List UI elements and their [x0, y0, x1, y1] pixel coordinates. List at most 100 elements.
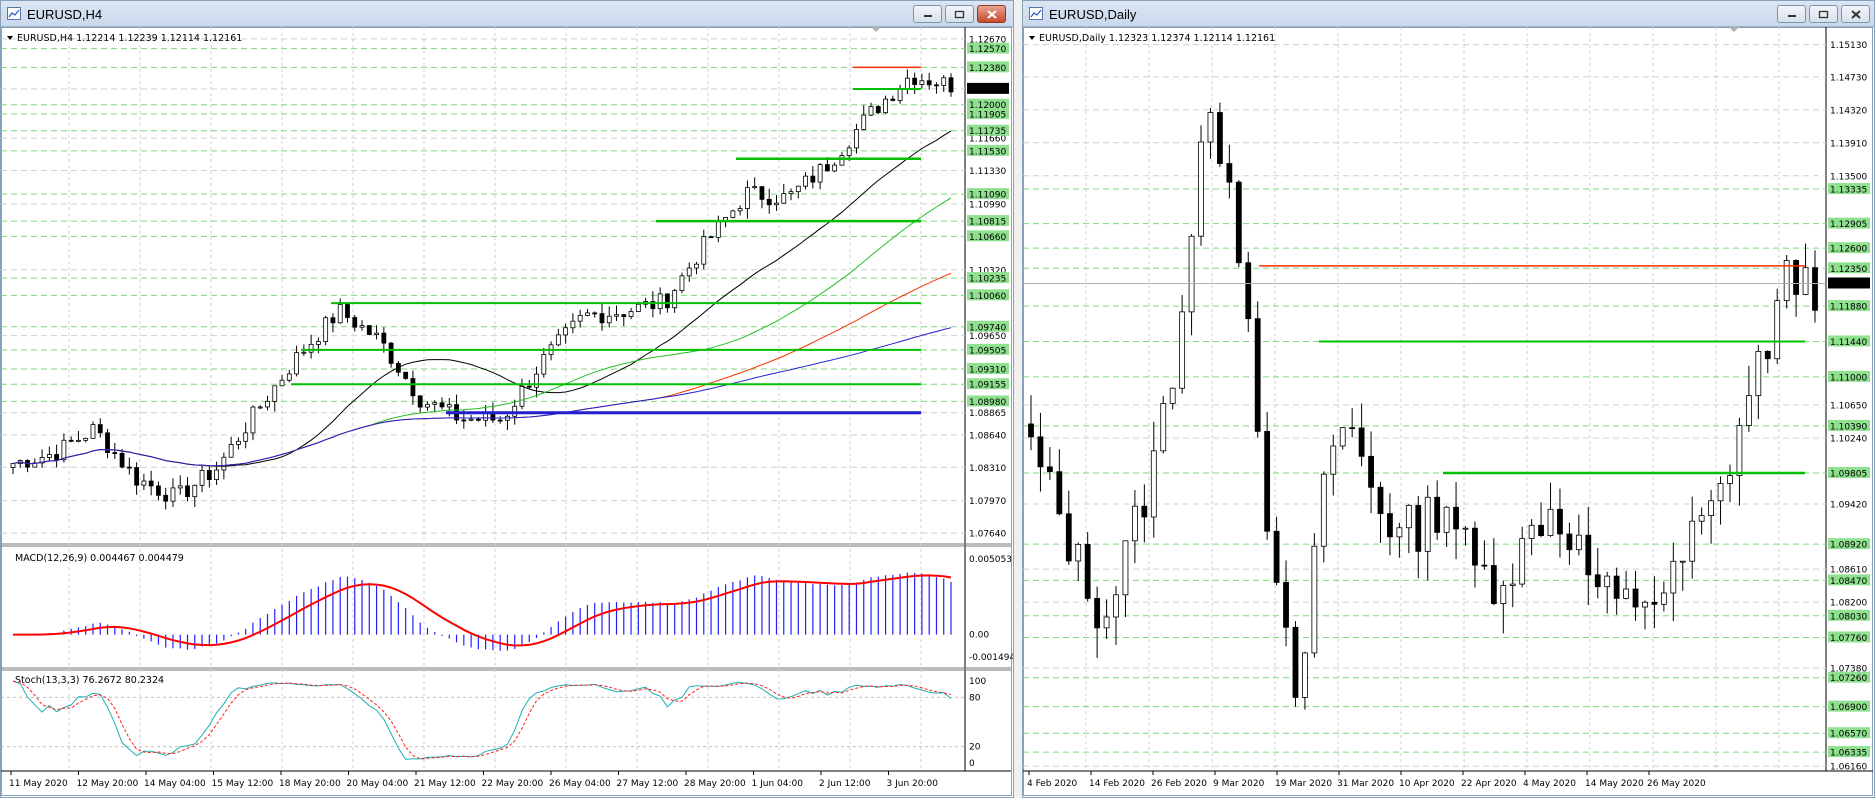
price-level-tag: 1.10660: [969, 233, 1006, 243]
bull-candle: [46, 454, 52, 458]
bear-candle: [1632, 588, 1639, 608]
bull-candle: [1670, 560, 1677, 594]
price-axis-label: 1.14730: [1830, 73, 1867, 83]
bull-candle: [1679, 560, 1686, 563]
price-axis-label: 1.09650: [969, 332, 1006, 342]
bull-candle: [1113, 594, 1119, 618]
bull-candle: [359, 325, 365, 328]
price-axis-label: 1.08610: [1830, 566, 1867, 576]
close-button[interactable]: [1841, 5, 1870, 23]
macd-axis-label: 0.005053: [969, 555, 1012, 565]
bear-candle: [1065, 513, 1072, 562]
bear-candle: [97, 424, 103, 434]
price-level-tag: 1.12570: [969, 45, 1006, 55]
price-axis-label: 1.11330: [969, 167, 1006, 177]
bear-candle: [1292, 626, 1299, 698]
bear-candle: [345, 304, 350, 318]
close-icon: [986, 9, 997, 19]
bull-candle: [774, 202, 779, 206]
price-level-tag: 1.09155: [969, 381, 1006, 391]
current-price-tag: 1.12161: [969, 85, 1006, 95]
close-icon: [1850, 9, 1861, 19]
bull-candle: [1169, 387, 1176, 404]
bear-candle: [1358, 427, 1365, 457]
bull-candle: [1736, 425, 1743, 476]
daily-chart-window[interactable]: EURUSD,Daily 1.15130 1.14730 1.14320 1.1391…: [1022, 0, 1875, 798]
bull-candle: [214, 469, 219, 481]
close-button[interactable]: [977, 5, 1006, 23]
maximize-button[interactable]: [945, 5, 974, 23]
price-level-tag: 1.13335: [1830, 186, 1867, 196]
h4-chart-area[interactable]: 1.126701.125701.123801.120001.119051.116…: [1, 27, 1013, 797]
bear-candle: [1481, 564, 1488, 567]
price-level-tag: 1.07760: [1830, 634, 1867, 644]
price-level-tag: 1.06900: [1830, 703, 1867, 713]
restore-icon: [954, 10, 965, 18]
time-axis-label: 15 May 12:00: [212, 779, 274, 789]
bear-candle: [366, 325, 372, 336]
bull-candle: [1311, 545, 1318, 654]
bull-candle: [897, 88, 903, 101]
price-level-tag: 1.12905: [1830, 220, 1867, 230]
time-axis-label: 28 May 20:00: [684, 779, 746, 789]
time-axis-label: 26 May 04:00: [549, 779, 611, 789]
bear-candle: [1415, 504, 1422, 552]
bear-candle: [708, 236, 714, 239]
bear-candle: [330, 317, 336, 324]
bull-candle: [1207, 112, 1214, 143]
bear-candle: [388, 342, 394, 364]
bull-candle: [1528, 524, 1535, 539]
minimize-button[interactable]: [1777, 5, 1806, 23]
time-axis-label: 14 Feb 2020: [1089, 779, 1145, 789]
price-axis-label: 1.07640: [969, 530, 1006, 540]
bear-candle: [1273, 530, 1280, 583]
price-axis-label: 1.13500: [1830, 172, 1867, 182]
bear-candle: [1094, 597, 1101, 629]
price-level-tag: 1.11905: [969, 111, 1006, 121]
bull-candle: [679, 275, 685, 292]
bull-candle: [250, 406, 256, 434]
maximize-button[interactable]: [1809, 5, 1838, 23]
price-level-tag: 1.08980: [969, 398, 1006, 408]
h4-chart-window[interactable]: EURUSD,H4 1.12670 1.12570 1.12380 1.12000 1.…: [0, 0, 1014, 798]
bear-candle: [1434, 496, 1441, 533]
bull-candle: [1745, 395, 1752, 426]
bear-candle: [126, 466, 132, 469]
bear-candle: [592, 312, 598, 315]
daily-titlebar[interactable]: EURUSD,Daily: [1023, 1, 1874, 27]
bull-candle: [1660, 592, 1667, 605]
bear-candle: [461, 419, 467, 422]
time-axis-label: 14 May 2020: [1585, 779, 1644, 789]
bull-candle: [1802, 267, 1809, 295]
bull-candle: [701, 236, 707, 265]
bull-candle: [243, 432, 249, 442]
bear-candle: [1557, 508, 1563, 535]
price-level-tag: 1.11090: [969, 191, 1006, 201]
price-axis-label: 1.08310: [969, 464, 1006, 474]
price-level-tag: 1.12350: [1830, 265, 1867, 275]
bull-candle: [141, 480, 147, 486]
bull-candle: [657, 293, 663, 310]
bear-candle: [1046, 466, 1053, 473]
bull-candle: [177, 485, 183, 489]
bull-candle: [1424, 496, 1431, 552]
bull-candle: [1103, 616, 1110, 629]
daily-chart-area[interactable]: 1.15130 1.14730 1.14320 1.13910 1.13500 1.133…: [1023, 27, 1874, 797]
bear-candle: [890, 98, 896, 101]
price-level-tag: 1.11440: [1830, 338, 1867, 348]
macd-header: MACD(12,26,9) 0.004467 0.004479: [15, 553, 184, 564]
bull-candle: [846, 147, 852, 156]
bear-candle: [1387, 513, 1393, 538]
time-axis-label: 9 Mar 2020: [1213, 779, 1265, 789]
minimize-icon: [923, 15, 932, 17]
bull-candle: [614, 314, 619, 317]
bull-candle: [941, 77, 947, 86]
price-axis-label: 1.10990: [969, 200, 1006, 210]
minimize-button[interactable]: [913, 5, 942, 23]
bear-candle: [621, 314, 627, 317]
bull-candle: [803, 175, 808, 187]
bull-candle: [272, 385, 278, 402]
price-level-tag: 1.09805: [1830, 469, 1867, 479]
stoch-axis-label: 0: [969, 759, 975, 769]
h4-titlebar[interactable]: EURUSD,H4: [1, 1, 1013, 27]
